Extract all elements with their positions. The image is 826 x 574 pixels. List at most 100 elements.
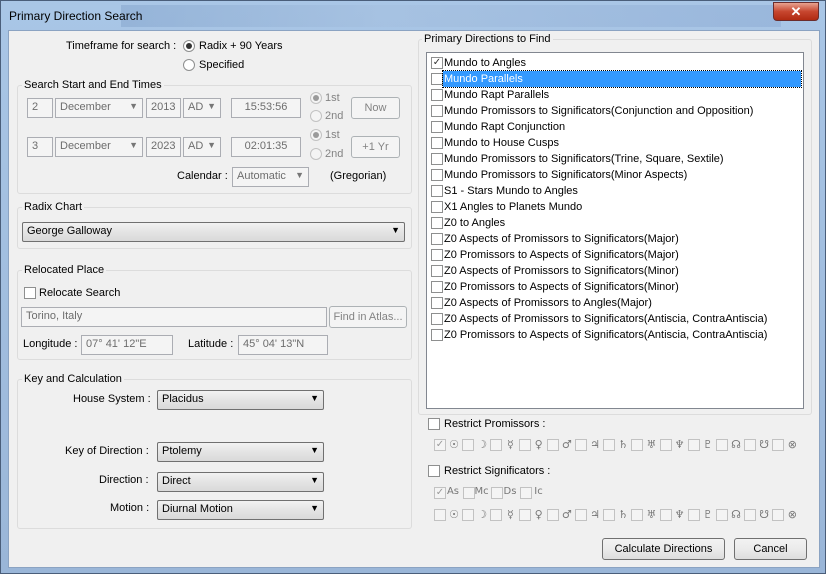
symbol-checkbox[interactable] [631,439,644,451]
start-time-field[interactable]: 15:53:56 [231,98,301,118]
checkbox-icon[interactable] [431,121,443,133]
checkbox-icon[interactable] [431,281,443,293]
symbol-checkbox[interactable]: ✓ [434,439,446,451]
end-day-field[interactable]: 3 [27,137,53,157]
list-item[interactable]: Z0 Aspects of Promissors to Significator… [429,263,801,279]
symbol-checkbox[interactable] [546,439,559,451]
end-era-dropdown[interactable]: AD ▼ [183,137,221,157]
checkbox-icon[interactable]: ✓ [431,57,443,69]
list-item[interactable]: Z0 Promissors to Aspects of Significator… [429,247,801,263]
checkbox-icon[interactable] [431,217,443,229]
plus-one-year-button[interactable]: +1 Yr [351,136,400,158]
now-button[interactable]: Now [351,97,400,119]
symbol-checkbox[interactable] [434,509,446,521]
end-month-dropdown[interactable]: December ▼ [55,137,143,157]
symbol-checkbox[interactable] [716,439,728,451]
specified-radio[interactable] [183,59,195,71]
checkbox-icon[interactable] [431,137,443,149]
relocate-checkbox[interactable] [24,287,36,299]
end-1st-radio[interactable] [310,129,322,141]
latitude-field[interactable]: 45° 04' 13"N [238,335,328,355]
close-button[interactable]: ✕ [773,2,819,21]
list-item[interactable]: Z0 Aspects of Promissors to Significator… [429,311,801,327]
angle-checkbox[interactable] [491,487,503,499]
list-item[interactable]: Z0 Promissors to Aspects of Significator… [429,279,801,295]
list-item[interactable]: Z0 Promissors to Aspects of Significator… [429,327,801,343]
checkbox-icon[interactable] [431,105,443,117]
symbol-checkbox[interactable] [575,439,587,451]
start-day-field[interactable]: 2 [27,98,53,118]
checkbox-icon[interactable] [431,201,443,213]
checkbox-icon[interactable] [431,153,443,165]
specified-radio-label[interactable]: Specified [199,59,244,71]
list-item[interactable]: Z0 Aspects of Promissors to Angles(Major… [429,295,801,311]
list-item[interactable]: Z0 to Angles [429,215,801,231]
symbol-checkbox[interactable] [490,509,503,521]
symbol-checkbox[interactable] [744,439,757,451]
symbol-checkbox[interactable] [518,439,531,451]
restrict-promissors-checkbox[interactable] [428,418,440,430]
symbol-checkbox[interactable] [603,509,616,521]
checkbox-icon[interactable] [431,249,443,261]
symbol-checkbox[interactable] [687,509,700,521]
list-item[interactable]: Mundo Parallels [429,70,802,88]
relocate-checkbox-label[interactable]: Relocate Search [39,287,120,299]
start-1st-radio[interactable] [310,92,322,104]
symbol-checkbox[interactable] [716,509,728,521]
place-field[interactable]: Torino, Italy [21,307,327,327]
angle-checkbox[interactable] [519,487,532,499]
house-system-dropdown[interactable]: Placidus ▼ [157,390,324,410]
symbol-checkbox[interactable] [546,509,559,521]
symbol-checkbox[interactable] [744,509,757,521]
end-time-field[interactable]: 02:01:35 [231,137,301,157]
list-item[interactable]: Mundo to House Cusps [429,135,801,151]
radix-radio-label[interactable]: Radix + 90 Years [199,40,282,52]
list-item[interactable]: S1 - Stars Mundo to Angles [429,183,801,199]
calculate-directions-button[interactable]: Calculate Directions [602,538,725,560]
radix-chart-dropdown[interactable]: George Galloway ▼ [22,222,405,242]
list-item[interactable]: Mundo Promissors to Significators(Minor … [429,167,801,183]
start-year-field[interactable]: 2013 [146,98,181,118]
checkbox-icon[interactable] [431,233,443,245]
direction-dropdown[interactable]: Direct ▼ [157,472,324,492]
calendar-dropdown[interactable]: Automatic ▼ [232,167,309,187]
symbol-checkbox[interactable] [575,509,587,521]
start-2nd-radio[interactable] [310,110,322,122]
symbol-checkbox[interactable] [603,439,616,451]
end-year-field[interactable]: 2023 [146,137,181,157]
list-item[interactable]: ✓ Mundo to Angles [429,55,801,71]
start-era-dropdown[interactable]: AD ▼ [183,98,221,118]
cancel-button[interactable]: Cancel [734,538,807,560]
find-in-atlas-button[interactable]: Find in Atlas... [329,306,407,328]
checkbox-icon[interactable] [431,169,443,181]
checkbox-icon[interactable] [431,265,443,277]
angle-checkbox[interactable]: ✓ [434,487,446,499]
symbol-checkbox[interactable] [772,439,785,451]
symbol-checkbox[interactable] [462,439,475,451]
symbol-checkbox[interactable] [490,439,503,451]
list-item[interactable]: Mundo Promissors to Significators(Conjun… [429,103,801,119]
list-item[interactable]: Mundo Promissors to Significators(Trine,… [429,151,801,167]
list-item[interactable]: X1 Angles to Planets Mundo [429,199,801,215]
symbol-checkbox[interactable] [687,439,700,451]
symbol-checkbox[interactable] [462,509,475,521]
checkbox-icon[interactable] [431,329,443,341]
checkbox-icon[interactable] [431,89,443,101]
checkbox-icon[interactable] [431,185,443,197]
checkbox-icon[interactable] [431,297,443,309]
symbol-checkbox[interactable] [518,509,531,521]
start-month-dropdown[interactable]: December ▼ [55,98,143,118]
restrict-significators-checkbox[interactable] [428,465,440,477]
symbol-checkbox[interactable] [659,509,672,521]
motion-dropdown[interactable]: Diurnal Motion ▼ [157,500,324,520]
restrict-promissors-label[interactable]: Restrict Promissors : [444,418,545,430]
symbol-checkbox[interactable] [772,509,785,521]
list-item[interactable]: Mundo Rapt Parallels [429,87,801,103]
angle-checkbox[interactable] [462,487,475,499]
title-bar[interactable]: Primary Direction Search ✕ [1,1,825,29]
list-item[interactable]: Z0 Aspects of Promissors to Significator… [429,231,801,247]
symbol-checkbox[interactable] [659,439,672,451]
directions-list[interactable]: ✓ Mundo to Angles Mundo Parallels Mundo Rap… [426,52,804,409]
checkbox-icon[interactable] [431,73,443,85]
radix-radio[interactable] [183,40,195,52]
